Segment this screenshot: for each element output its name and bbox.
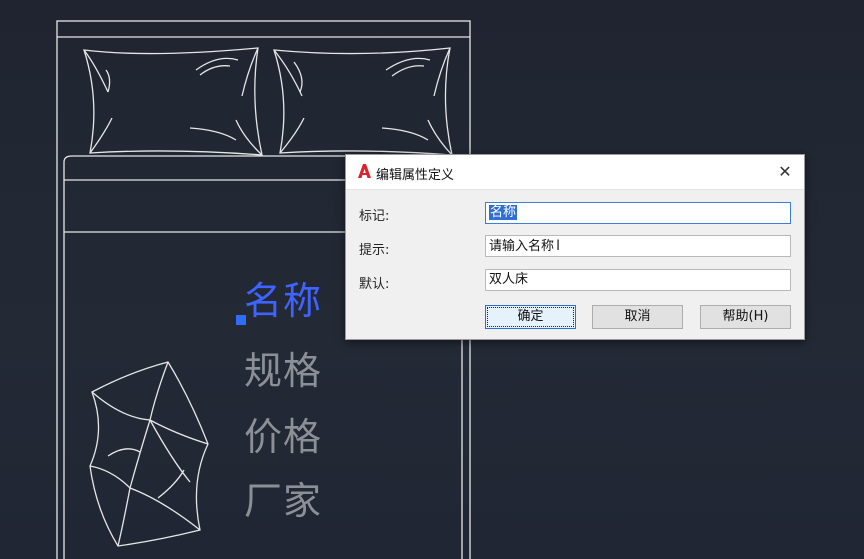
attribute-spec-text[interactable]: 规格: [244, 352, 322, 390]
tossed-pillow: [89, 361, 209, 547]
cancel-button-label: 取消: [624, 309, 651, 324]
attribute-maker-text[interactable]: 厂家: [244, 482, 322, 520]
default-input[interactable]: 双人床: [485, 269, 791, 291]
dialog-titlebar[interactable]: 编辑属性定义 ✕: [346, 155, 804, 190]
close-icon[interactable]: ✕: [772, 159, 798, 185]
cancel-button[interactable]: 取消: [592, 305, 683, 329]
tag-input[interactable]: 名称: [485, 202, 791, 224]
ibeam-cursor-icon: I: [556, 238, 561, 254]
autocad-logo-icon: [358, 164, 371, 178]
dialog-title: 编辑属性定义: [376, 168, 455, 183]
pillow-left: [83, 47, 263, 156]
ok-button[interactable]: 确定: [485, 305, 576, 329]
default-label: 默认:: [359, 277, 390, 292]
edit-attribute-definition-dialog: 编辑属性定义 ✕ 标记: 名称 提示: 请输入名称 I 默认: 双人床 确定 取消…: [345, 154, 805, 340]
pillow-right: [273, 47, 453, 156]
prompt-input[interactable]: 请输入名称 I: [485, 235, 791, 257]
attribute-name-text[interactable]: 名称: [244, 282, 322, 320]
prompt-input-value: 请输入名称: [489, 239, 555, 254]
help-button-label: 帮助(H): [722, 309, 769, 324]
attribute-price-text[interactable]: 价格: [244, 418, 322, 456]
tag-label: 标记:: [359, 209, 390, 224]
grip-square-icon[interactable]: [236, 315, 246, 325]
prompt-label: 提示:: [359, 243, 390, 258]
tag-input-selected-text: 名称: [489, 205, 518, 220]
ok-button-focus-ring: [487, 307, 574, 327]
default-input-value: 双人床: [489, 272, 529, 287]
help-button[interactable]: 帮助(H): [700, 305, 791, 329]
